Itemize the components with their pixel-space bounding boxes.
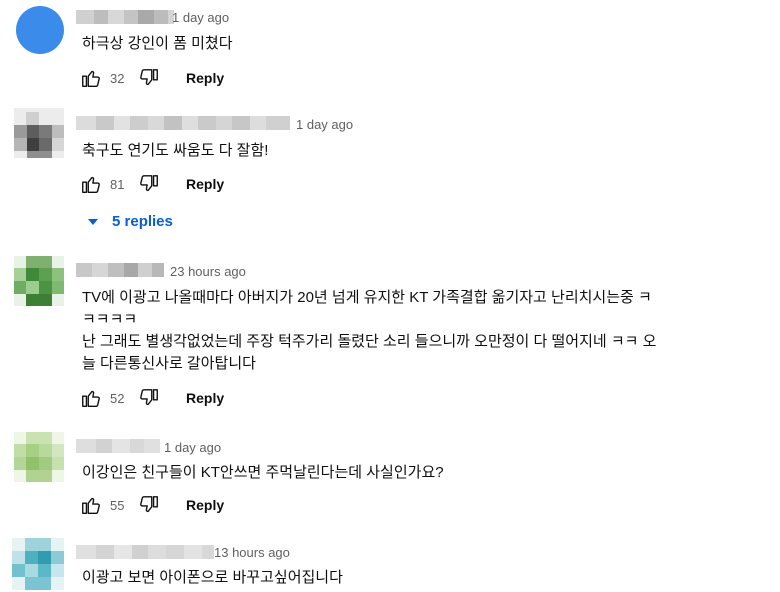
comment-actions: 52 Reply [80, 386, 224, 410]
avatar-mosaic-icon [14, 432, 64, 482]
comment-text-line: TV에 이광고 나올때마다 아버지가 20년 넘게 유지한 KT 가족결합 옮기… [82, 289, 652, 306]
username-redacted[interactable] [76, 439, 160, 453]
comment-timestamp[interactable]: 23 hours ago [170, 264, 246, 280]
replies-count-label: 5 replies [112, 213, 173, 230]
like-count: 55 [110, 497, 125, 513]
comment-actions: 81 Reply [80, 172, 224, 196]
comment-text: TV에 이광고 나올때마다 아버지가 20년 넘게 유지한 KT 가족결합 옮기… [82, 287, 742, 375]
like-count: 32 [110, 70, 125, 86]
like-count: 81 [110, 176, 125, 192]
comment-text: 이광고 보면 아이폰으로 바꾸고싶어집니다 [82, 569, 343, 586]
thumbs-up-icon[interactable] [80, 67, 102, 89]
thumbs-up-icon[interactable] [80, 173, 102, 195]
reply-button[interactable]: Reply [186, 497, 224, 513]
avatar[interactable] [16, 6, 64, 54]
avatar-mosaic-icon [14, 256, 64, 306]
avatar[interactable] [14, 432, 64, 482]
comment-text-line: 늘 다른통신사로 갈아탑니다 [82, 355, 256, 372]
username-redacted[interactable] [76, 10, 174, 24]
comment-text-line: 난 그래도 별생각없었는데 주장 턱주가리 돌렸단 소리 들으니까 오만정이 다… [82, 333, 657, 350]
avatar-mosaic-icon [14, 108, 64, 158]
comment-timestamp[interactable]: 1 day ago [172, 10, 229, 26]
comment-text: 이강인은 친구들이 KT안쓰면 주먹날린다는데 사실인가요? [82, 464, 444, 481]
avatar[interactable] [12, 538, 64, 590]
avatar[interactable] [14, 108, 64, 158]
reply-button[interactable]: Reply [186, 176, 224, 192]
thumbs-down-icon[interactable] [138, 494, 160, 516]
avatar-mosaic-icon [12, 538, 64, 590]
comment-actions: 32 Reply [80, 66, 224, 90]
reply-button[interactable]: Reply [186, 70, 224, 86]
caret-down-icon [88, 218, 98, 225]
like-count: 52 [110, 390, 125, 406]
username-redacted[interactable] [76, 263, 164, 277]
comment-timestamp[interactable]: 13 hours ago [214, 545, 290, 561]
comment-text: 하극상 강인이 폼 미쳤다 [82, 35, 233, 52]
thumbs-up-icon[interactable] [80, 387, 102, 409]
thumbs-up-icon[interactable] [80, 494, 102, 516]
username-redacted[interactable] [76, 545, 214, 559]
view-replies-button[interactable]: 5 replies [88, 213, 173, 230]
avatar[interactable] [14, 256, 64, 306]
comment-text-line: ㅋㅋㅋㅋ [82, 311, 138, 328]
reply-button[interactable]: Reply [186, 390, 224, 406]
comment-actions: 55 Reply [80, 493, 224, 517]
comment-text: 축구도 연기도 싸움도 다 잘함! [82, 142, 269, 159]
thumbs-down-icon[interactable] [138, 67, 160, 89]
comment-timestamp[interactable]: 1 day ago [164, 440, 221, 456]
comment-timestamp[interactable]: 1 day ago [296, 117, 353, 133]
thumbs-down-icon[interactable] [138, 387, 160, 409]
thumbs-down-icon[interactable] [138, 173, 160, 195]
username-redacted[interactable] [76, 116, 290, 130]
